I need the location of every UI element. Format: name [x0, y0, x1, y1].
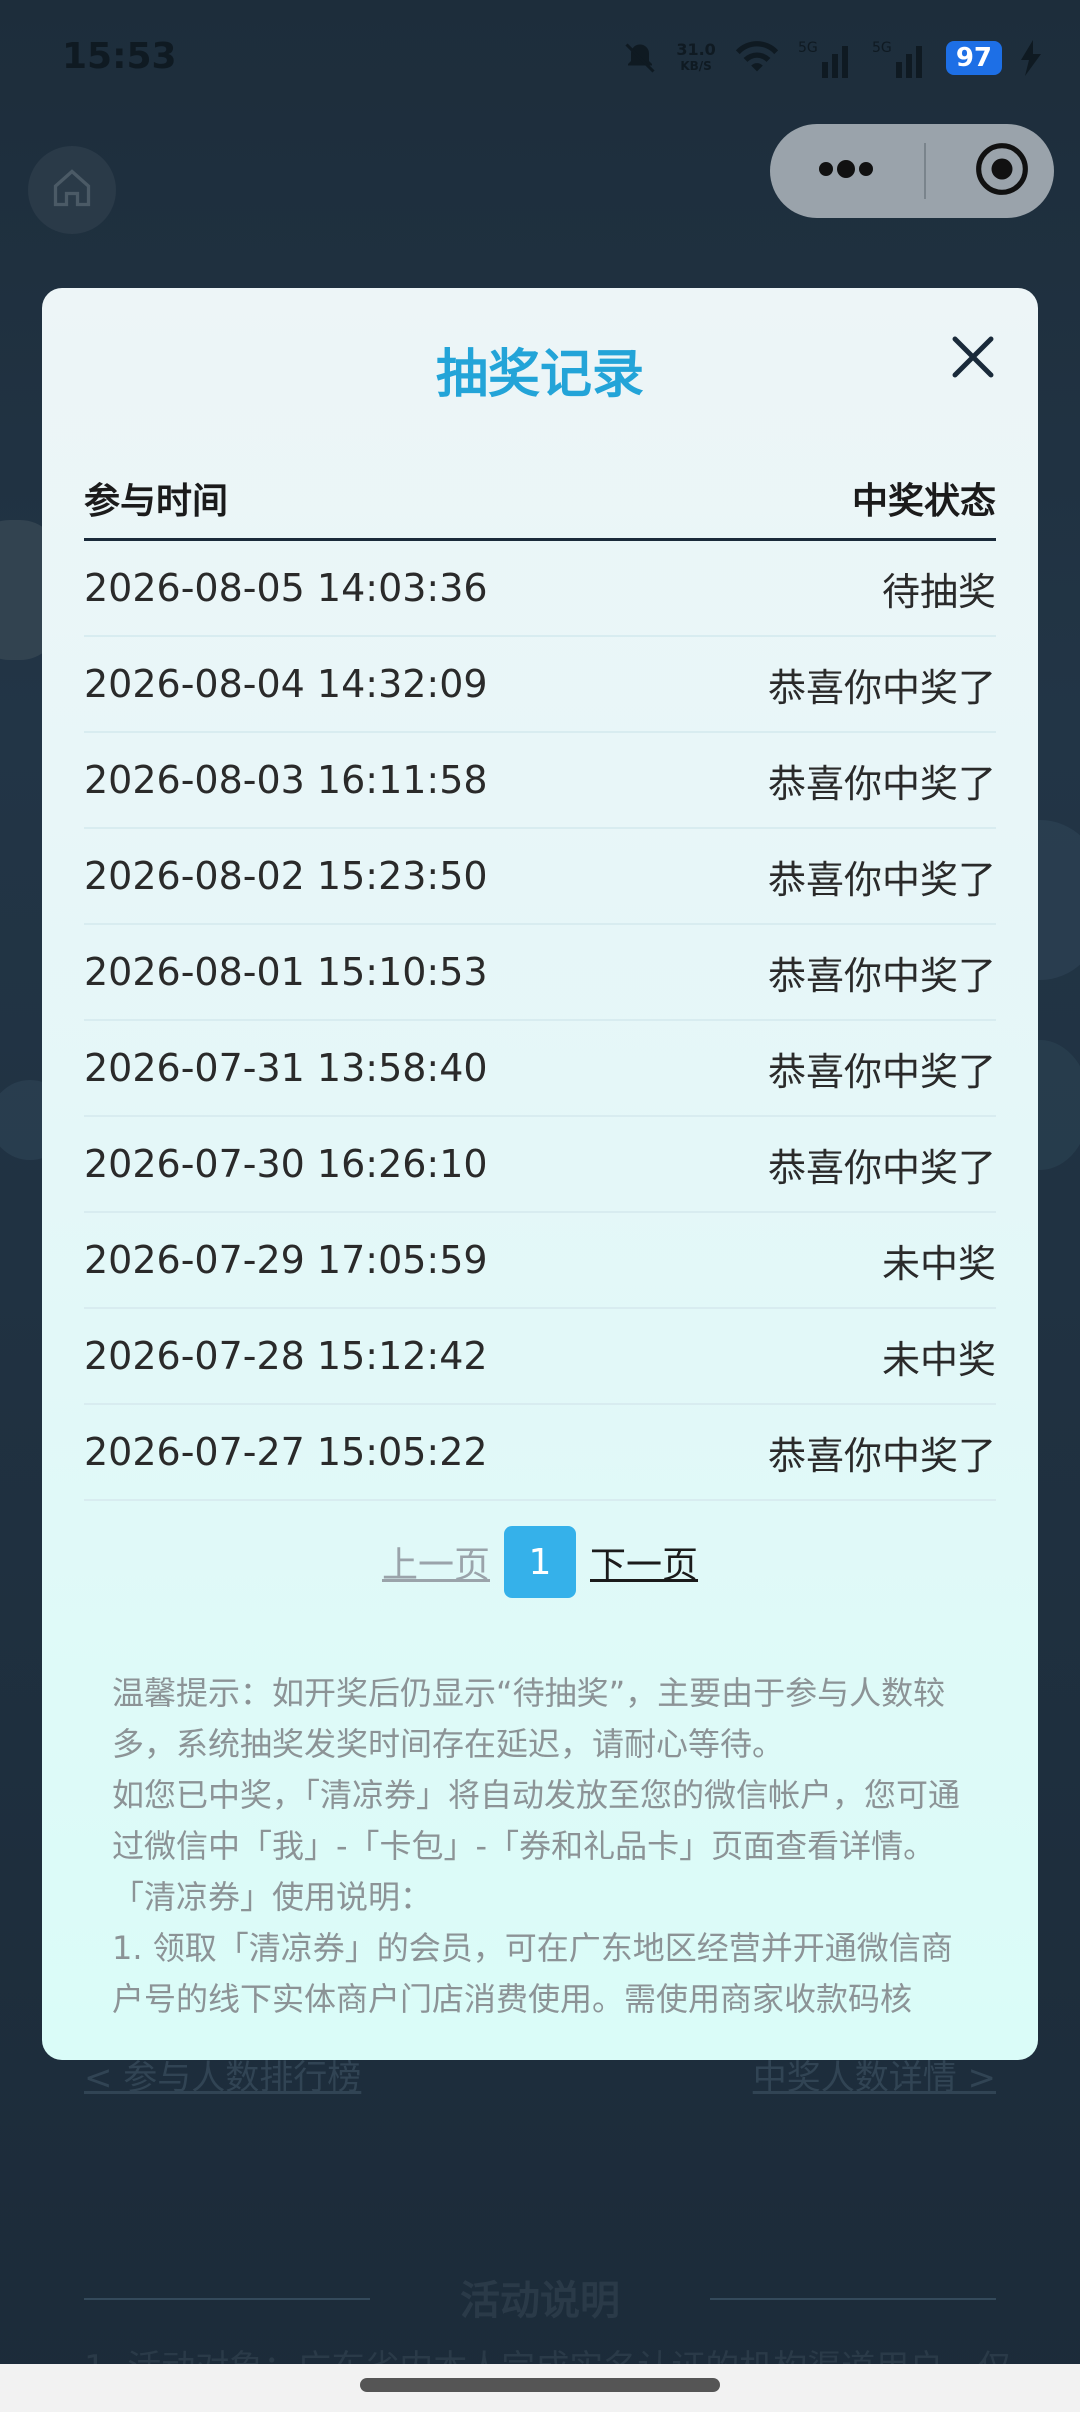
row-status: 待抽奖	[881, 569, 996, 614]
home-indicator[interactable]	[360, 2378, 720, 2392]
row-time: 2026-07-29 17:05:59	[84, 1238, 488, 1282]
table-row: 2026-08-03 16:11:58 恭喜你中奖了	[84, 733, 996, 829]
activity-rules-title: 活动说明	[460, 2278, 620, 2324]
signal-5g-icon: 5G	[872, 38, 928, 78]
prev-page-button[interactable]: 上一页	[382, 1536, 490, 1588]
table-row: 2026-08-04 14:32:09 恭喜你中奖了	[84, 637, 996, 733]
records-table: 参与时间 中奖状态 2026-08-05 14:03:36 待抽奖 2026-0…	[84, 458, 996, 1501]
tip-paragraph: 温馨提示：如开奖后仍显示“待抽奖”，主要由于参与人数较多，系统抽奖发奖时间存在延…	[112, 1674, 946, 1763]
table-row: 2026-07-29 17:05:59 未中奖	[84, 1213, 996, 1309]
home-button[interactable]	[28, 146, 116, 234]
row-time: 2026-07-27 15:05:22	[84, 1430, 488, 1474]
row-time: 2026-08-03 16:11:58	[84, 758, 488, 802]
row-time: 2026-08-04 14:32:09	[84, 662, 488, 706]
current-page-indicator[interactable]: 1	[504, 1526, 576, 1598]
pagination: 上一页 1 下一页	[42, 1526, 1038, 1598]
table-row: 2026-08-05 14:03:36 待抽奖	[84, 541, 996, 637]
header-status: 中奖状态	[851, 481, 996, 522]
row-status: 恭喜你中奖了	[767, 953, 996, 998]
row-status: 恭喜你中奖了	[767, 1433, 996, 1478]
row-status: 恭喜你中奖了	[767, 761, 996, 806]
net-speed-unit: KB/S	[680, 59, 712, 73]
table-row: 2026-07-30 16:26:10 恭喜你中奖了	[84, 1117, 996, 1213]
modal-title: 抽奖记录	[435, 345, 644, 405]
row-time: 2026-08-01 15:10:53	[84, 950, 488, 994]
status-time: 15:53	[62, 36, 177, 77]
home-icon	[50, 166, 94, 214]
next-page-button[interactable]: 下一页	[590, 1536, 698, 1588]
net-speed: 31.0 KB/S	[676, 42, 715, 74]
svg-text:5G: 5G	[798, 40, 818, 56]
row-status: 恭喜你中奖了	[767, 1145, 996, 1190]
signal-5g-icon: 5G	[798, 38, 854, 78]
tip-paragraph: 「清凉券」使用说明：	[112, 1878, 433, 1916]
tips-text: 温馨提示：如开奖后仍显示“待抽奖”，主要由于参与人数较多，系统抽奖发奖时间存在延…	[112, 1668, 970, 2025]
mute-bell-icon	[622, 40, 658, 76]
status-bar: 15:53 31.0 KB/S 5G 5G 97	[0, 0, 1080, 120]
tip-paragraph: 如您已中奖，「清凉券」将自动发放至您的微信帐户，您可通过微信中「我」-「卡包」-…	[112, 1776, 961, 1865]
status-icons: 31.0 KB/S 5G 5G 97	[622, 38, 1042, 78]
more-icon[interactable]	[816, 159, 876, 183]
row-time: 2026-08-05 14:03:36	[84, 566, 488, 610]
table-row: 2026-07-27 15:05:22 恭喜你中奖了	[84, 1405, 996, 1501]
system-navigation-bar	[0, 2364, 1080, 2412]
wifi-icon	[734, 40, 780, 76]
row-status: 恭喜你中奖了	[767, 665, 996, 710]
net-speed-value: 31.0	[676, 40, 716, 59]
miniprogram-capsule	[770, 124, 1054, 218]
row-time: 2026-07-30 16:26:10	[84, 1142, 488, 1186]
close-button[interactable]	[946, 330, 1000, 384]
close-miniprogram-icon[interactable]	[974, 141, 1030, 201]
table-row: 2026-08-01 15:10:53 恭喜你中奖了	[84, 925, 996, 1021]
table-header: 参与时间 中奖状态	[84, 458, 996, 541]
capsule-divider	[924, 143, 926, 199]
svg-text:5G: 5G	[872, 40, 892, 56]
row-time: 2026-07-28 15:12:42	[84, 1334, 488, 1378]
tip-paragraph: 1. 领取「清凉券」的会员，可在广东地区经营并开通微信商户号的线下实体商户门店消…	[112, 1929, 953, 2018]
table-row: 2026-08-02 15:23:50 恭喜你中奖了	[84, 829, 996, 925]
battery-icon: 97	[945, 41, 1002, 75]
charging-icon	[1020, 40, 1042, 76]
row-status: 恭喜你中奖了	[767, 1049, 996, 1094]
header-time: 参与时间	[84, 481, 229, 522]
row-status: 未中奖	[881, 1241, 996, 1286]
lottery-records-modal: 抽奖记录 参与时间 中奖状态 2026-08-05 14:03:36 待抽奖 2…	[42, 288, 1038, 2060]
table-row: 2026-07-31 13:58:40 恭喜你中奖了	[84, 1021, 996, 1117]
row-status: 恭喜你中奖了	[767, 857, 996, 902]
close-icon	[952, 336, 994, 378]
row-status: 未中奖	[881, 1337, 996, 1382]
row-time: 2026-07-31 13:58:40	[84, 1046, 488, 1090]
row-time: 2026-08-02 15:23:50	[84, 854, 488, 898]
table-row: 2026-07-28 15:12:42 未中奖	[84, 1309, 996, 1405]
